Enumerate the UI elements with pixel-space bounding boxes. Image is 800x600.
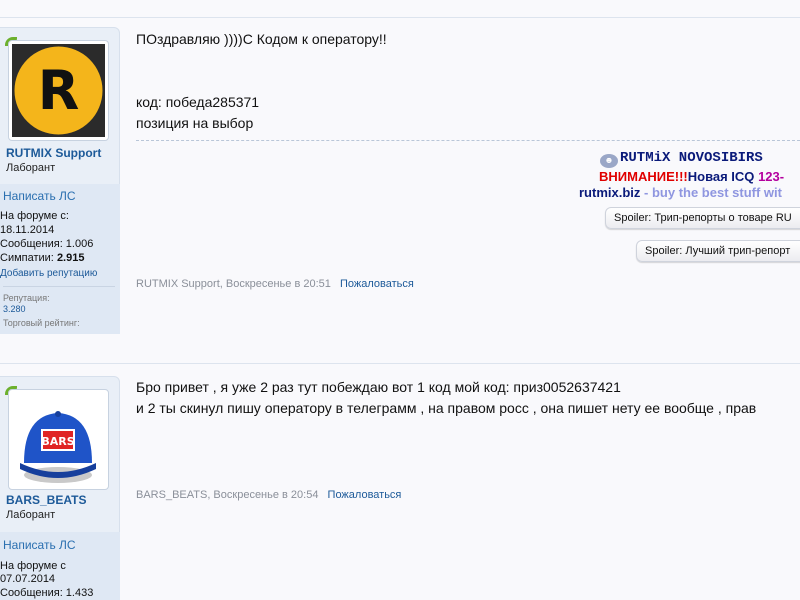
signature-separator <box>136 140 800 141</box>
post-meta: RUTMIX Support, Воскресенье в 20:51 Пожа… <box>136 278 414 290</box>
messages-count: Сообщения: 1.433 <box>0 587 94 599</box>
info-divider <box>3 286 115 287</box>
send-pm-link[interactable]: Написать ЛС <box>3 538 76 552</box>
user-extra-info: Написать ЛС На форуме с: 18.11.2014 Сооб… <box>0 184 120 334</box>
likes-count: Симпатии: 2.915 <box>0 252 84 264</box>
joined-label: На форуме с: <box>0 210 69 222</box>
spoiler-button[interactable]: Spoiler: Трип-репорты о товаре RU <box>605 207 800 229</box>
likes-value: 2.915 <box>56 252 85 264</box>
post-divider <box>0 363 800 364</box>
signature-icq-number: 123- <box>758 169 785 184</box>
mask-icon: ☻ <box>600 154 618 168</box>
cap-label: BARS <box>41 435 74 448</box>
joined-value: 18.11.2014 <box>0 224 55 236</box>
user-title: Лаборант <box>6 162 56 174</box>
post-divider <box>0 17 800 18</box>
messages-count: Сообщения: 1.006 <box>0 238 94 250</box>
message-line: код: победа285371 <box>136 94 260 110</box>
report-link[interactable]: Пожаловаться <box>340 278 414 290</box>
spoiler-button[interactable]: Spoiler: Лучший трип-репорт <box>636 240 800 262</box>
message-line: и 2 ты скинул пишу оператору в телеграмм… <box>136 400 757 416</box>
post-author-date[interactable]: BARS_BEATS, Воскресенье в 20:54 <box>136 489 318 501</box>
user-title: Лаборант <box>6 509 56 521</box>
message-line: Бро привет , я уже 2 раз тут побеждаю во… <box>136 379 621 395</box>
add-reputation-link[interactable]: Добавить репутацию <box>0 268 97 279</box>
post-meta: BARS_BEATS, Воскресенье в 20:54 Пожалова… <box>136 489 401 501</box>
likes-label: Симпатии: <box>0 252 54 264</box>
user-extra-info: Написать ЛС На форуме с 07.07.2014 Сообщ… <box>0 532 120 600</box>
message-line: позиция на выбор <box>136 115 254 131</box>
forum-thread: R RUTMIX Support Лаборант Написать ЛС На… <box>0 0 800 600</box>
signature-warning: ВНИМАНИЕ!!! <box>599 169 688 184</box>
avatar-letter: R <box>38 59 80 122</box>
rutmix-logo-icon: R <box>14 46 103 135</box>
joined-label: На форуме с <box>0 560 66 572</box>
signature-site: rutmix.biz - buy the best stuff wit <box>579 185 782 200</box>
signature-icq: ВНИМАНИЕ!!!Новая ICQ 123- <box>599 169 784 184</box>
user-info-panel: R RUTMIX Support Лаборант Написать ЛС На… <box>0 27 120 334</box>
send-pm-link[interactable]: Написать ЛС <box>3 189 76 203</box>
signature-icq-text: Новая ICQ <box>687 169 755 184</box>
username[interactable]: RUTMIX Support <box>6 146 101 160</box>
avatar[interactable]: R <box>8 40 109 141</box>
report-link[interactable]: Пожаловаться <box>328 489 402 501</box>
trade-rating-label: Торговый рейтинг: <box>3 318 80 328</box>
signature-site-link[interactable]: rutmix.biz <box>579 185 640 200</box>
post-author-date[interactable]: RUTMIX Support, Воскресенье в 20:51 <box>136 278 331 290</box>
message-line: ПОздравляю ))))С Кодом к оператору!! <box>136 31 387 47</box>
avatar[interactable]: BARS <box>8 389 109 490</box>
username[interactable]: BARS_BEATS <box>6 493 86 507</box>
signature-brand: ☻ RUTMiX NOVOSIBIRS <box>600 150 763 168</box>
signature-brand-text: RUTMiX NOVOSIBIRS <box>620 150 763 166</box>
joined-value: 07.07.2014 <box>0 573 56 585</box>
reputation-value: 3.280 <box>3 304 26 314</box>
user-info-panel: BARS BARS_BEATS Лаборант Написать ЛС На … <box>0 376 120 600</box>
cap-avatar-icon: BARS <box>20 411 96 483</box>
signature-tagline: - buy the best stuff wit <box>644 185 782 200</box>
reputation-label: Репутация: <box>3 293 50 303</box>
